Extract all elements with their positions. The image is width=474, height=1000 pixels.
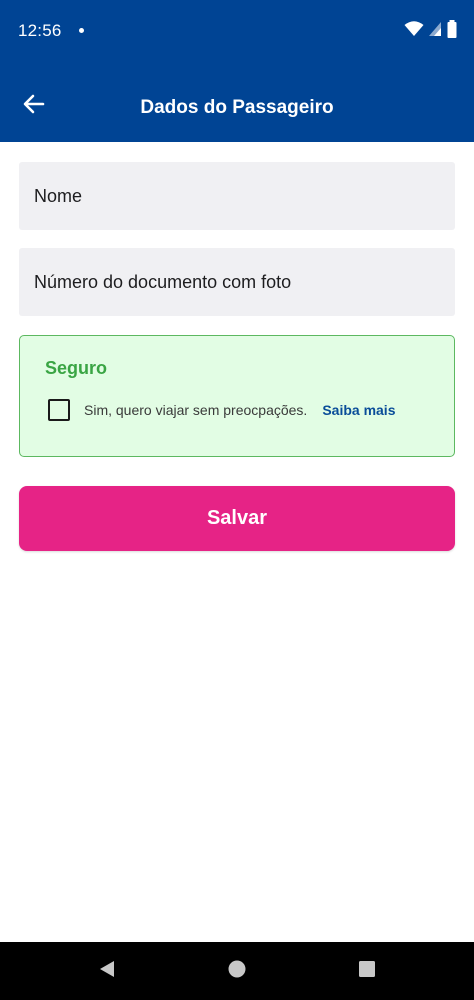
document-number-field-placeholder: Número do documento com foto — [34, 271, 292, 292]
nav-home-icon — [227, 959, 247, 984]
nav-recents-icon — [357, 959, 377, 984]
nav-home-button[interactable] — [224, 958, 250, 984]
nav-back-button[interactable] — [94, 958, 120, 984]
status-bar: 12:56 — [0, 0, 474, 62]
insurance-title: Seguro — [45, 358, 108, 378]
learn-more-link[interactable]: Saiba mais — [322, 402, 395, 418]
save-button[interactable]: Salvar — [19, 486, 455, 551]
page-title: Dados do Passageiro — [140, 97, 334, 118]
system-nav-bar — [0, 942, 474, 1000]
insurance-checkbox-label[interactable]: Sim, quero viajar sem preocpações. — [84, 402, 307, 418]
battery-icon — [446, 20, 458, 43]
signal-icon — [428, 21, 442, 42]
name-field-placeholder: Nome — [34, 185, 83, 206]
status-time: 12:56 — [18, 21, 62, 40]
status-icons — [404, 20, 458, 43]
insurance-card: Seguro Sim, quero viajar sem preocpações… — [19, 335, 455, 457]
screen: 12:56 Dados do Passageiro Nome Número do… — [0, 0, 474, 1000]
wifi-icon — [404, 21, 424, 42]
document-number-field[interactable]: Número do documento com foto — [19, 248, 455, 316]
insurance-option-row: Sim, quero viajar sem preocpações. Saiba… — [48, 399, 395, 421]
nav-recents-button[interactable] — [354, 958, 380, 984]
insurance-checkbox[interactable] — [48, 399, 70, 421]
notification-dot-icon — [79, 28, 84, 33]
app-bar: Dados do Passageiro — [0, 62, 474, 142]
nav-back-icon — [97, 959, 117, 984]
name-field[interactable]: Nome — [19, 162, 455, 230]
